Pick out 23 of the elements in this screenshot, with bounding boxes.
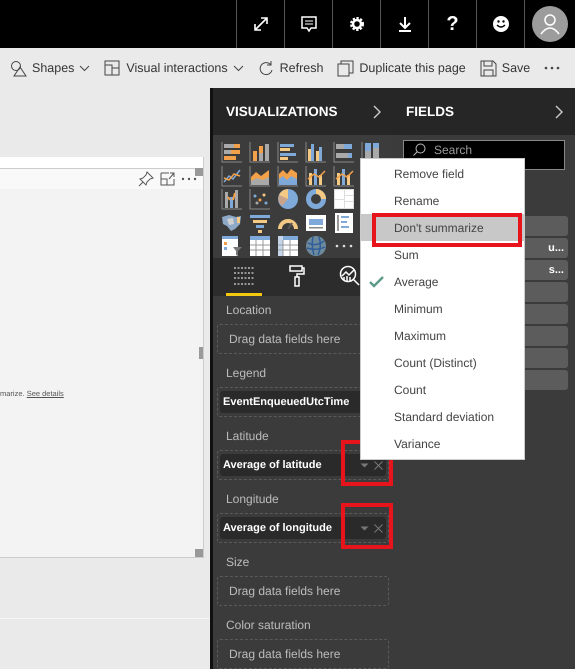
menu-item[interactable]: Rename bbox=[361, 187, 524, 214]
menu-item[interactable]: Average bbox=[361, 268, 524, 295]
menu-item[interactable]: Minimum bbox=[361, 295, 524, 322]
drop-hint: Drag data fields here bbox=[228, 332, 340, 346]
well-label: Legend bbox=[225, 365, 268, 382]
drop-hint: Drag data fields here bbox=[228, 647, 340, 661]
menu-item[interactable]: Sum bbox=[361, 241, 524, 268]
well-label: Longitude bbox=[225, 491, 280, 508]
field-well[interactable]: Drag data fields here bbox=[217, 639, 389, 669]
save-button[interactable]: Save bbox=[480, 60, 530, 76]
help-label: ? bbox=[446, 12, 459, 36]
well-label: Latitude bbox=[225, 428, 270, 445]
well-label: Location bbox=[225, 302, 272, 319]
field-well[interactable]: Drag data fields here bbox=[217, 576, 389, 606]
duplicate-button[interactable]: Duplicate this page bbox=[337, 60, 466, 76]
drop-hint: Drag data fields here bbox=[228, 584, 340, 598]
refresh-button[interactable]: Refresh bbox=[258, 60, 324, 76]
panel-title: VISUALIZATIONS bbox=[226, 104, 338, 119]
interactions-button[interactable]: Visual interactions bbox=[104, 60, 244, 76]
well-label: Color saturation bbox=[225, 617, 312, 634]
shapes-button[interactable]: Shapes bbox=[10, 60, 90, 76]
panel-title: FIELDS bbox=[406, 104, 454, 119]
well-label: Size bbox=[225, 554, 250, 571]
